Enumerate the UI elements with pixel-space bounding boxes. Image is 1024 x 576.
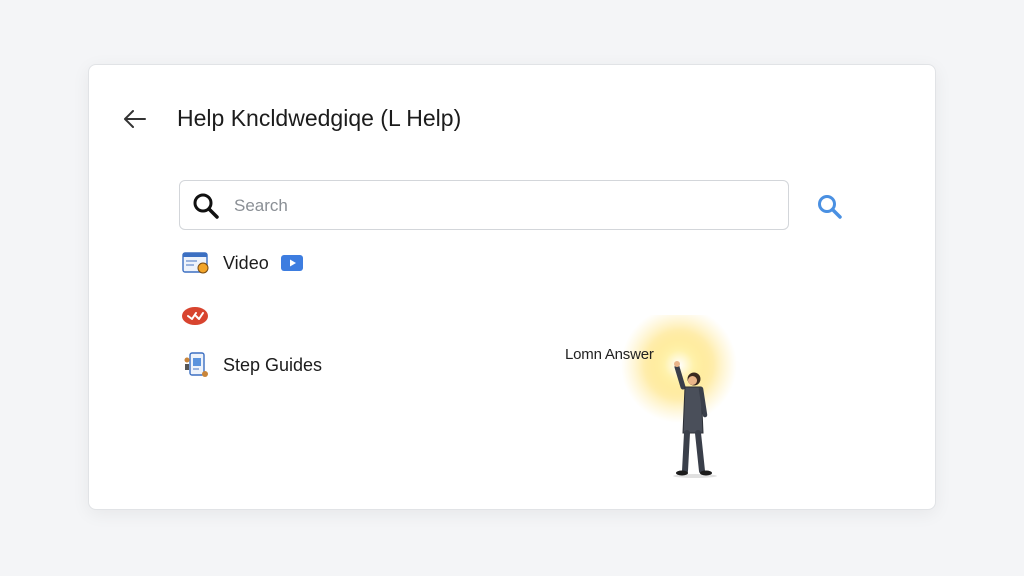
help-card: Help Kncldwedgiqe (L Help) Video	[88, 64, 936, 510]
list-item-video[interactable]: Video	[181, 248, 303, 278]
search-button[interactable]	[815, 192, 845, 222]
red-badge-icon	[182, 307, 208, 325]
answer-illustration	[621, 315, 737, 478]
search-input[interactable]	[232, 181, 776, 231]
youtube-play-icon	[280, 255, 303, 271]
search-box[interactable]	[179, 180, 789, 231]
browser-window-icon	[182, 252, 209, 274]
list-item-badge[interactable]	[181, 301, 223, 331]
search-icon	[193, 193, 219, 219]
answer-label: Lomn Answer	[565, 346, 654, 363]
document-guide-icon	[184, 352, 208, 377]
page-title: Help Kncldwedgiqe (L Help)	[177, 105, 462, 131]
back-arrow-icon[interactable]	[119, 103, 151, 135]
list-item-step-guides[interactable]: Step Guides	[181, 350, 322, 380]
list-item-label: Video	[223, 252, 269, 273]
list-item-label: Step Guides	[223, 354, 323, 375]
